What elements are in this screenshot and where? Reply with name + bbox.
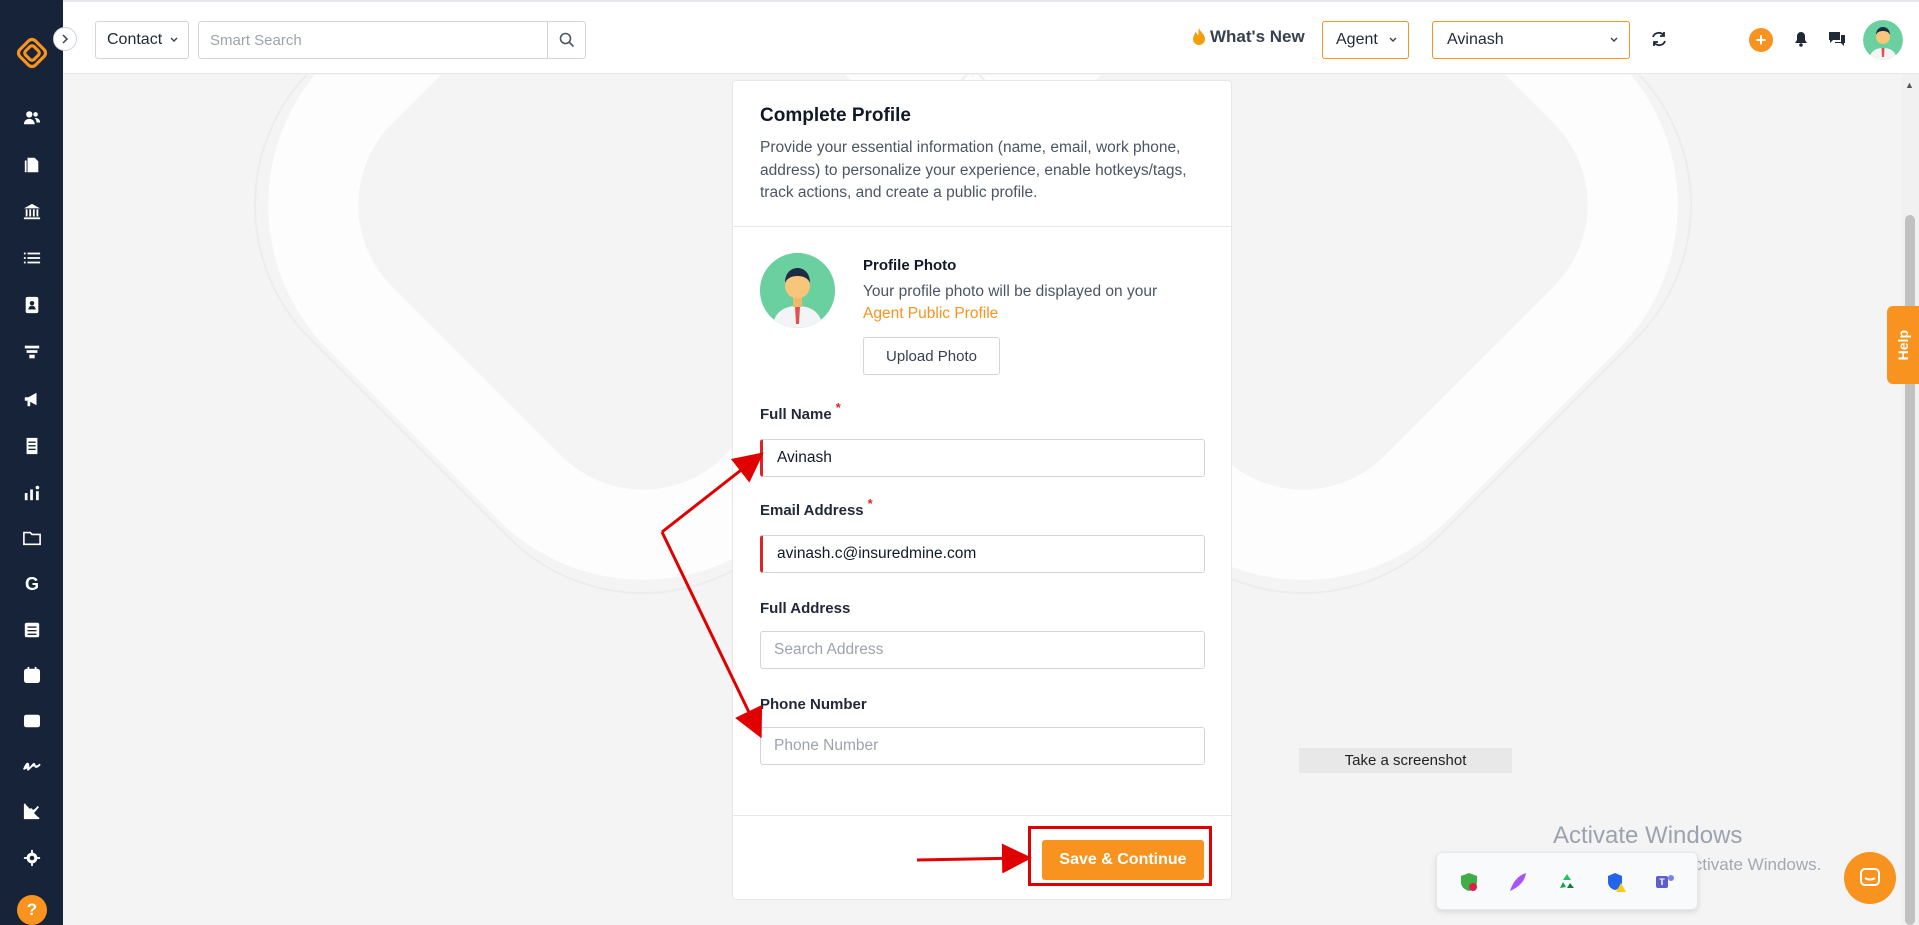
- scroll-up-arrow[interactable]: ▲: [1905, 80, 1914, 90]
- address-search-input[interactable]: Search Address: [760, 631, 1205, 669]
- report-icon[interactable]: [20, 434, 44, 458]
- analytics-icon[interactable]: [20, 481, 44, 505]
- feather-icon[interactable]: [1506, 870, 1530, 894]
- profile-photo-text: Your profile photo will be displayed on …: [863, 283, 1158, 300]
- mail-icon[interactable]: [20, 709, 44, 733]
- user-avatar[interactable]: [1863, 20, 1903, 60]
- fire-icon: [1193, 28, 1205, 45]
- recycle-icon[interactable]: [1555, 870, 1579, 894]
- user-select-label: Avinash: [1447, 31, 1504, 48]
- chevron-down-icon: [170, 37, 178, 42]
- whats-new-link[interactable]: What's New: [1190, 27, 1305, 47]
- chart-icon[interactable]: [20, 799, 44, 823]
- phone-number-input[interactable]: Phone Number: [760, 727, 1205, 765]
- system-tray-popup: T: [1436, 852, 1698, 910]
- full-name-value: Avinash: [777, 449, 832, 466]
- help-icon[interactable]: ?: [17, 895, 47, 925]
- chat-icon[interactable]: [1826, 28, 1848, 50]
- phone-placeholder: Phone Number: [774, 737, 879, 754]
- address-placeholder: Search Address: [774, 641, 884, 658]
- profile-avatar: [760, 253, 835, 328]
- address-book-icon[interactable]: [20, 293, 44, 317]
- list-icon[interactable]: [20, 246, 44, 270]
- app-logo[interactable]: [15, 36, 49, 70]
- chat-bubble-icon: [1860, 868, 1880, 886]
- bank-icon[interactable]: [20, 200, 44, 224]
- security-shield-icon[interactable]: [1457, 870, 1481, 894]
- email-input[interactable]: avinash.c@insuredmine.com: [760, 535, 1205, 573]
- defender-warning-icon[interactable]: [1604, 870, 1628, 894]
- folder-icon[interactable]: [20, 526, 44, 550]
- agent-select[interactable]: Agent: [1322, 21, 1409, 59]
- profile-photo-description: Your profile photo will be displayed on …: [863, 281, 1203, 325]
- sidebar: G ?: [0, 0, 63, 925]
- full-name-label: Full Name *: [760, 400, 841, 423]
- contact-select[interactable]: Contact: [95, 21, 189, 59]
- top-bar: Contact Smart Search What's New Agent Av…: [63, 0, 1919, 74]
- chevron-down-icon: [1610, 37, 1618, 42]
- refresh-icon[interactable]: [1648, 28, 1670, 50]
- funnel-icon[interactable]: [20, 340, 44, 364]
- chevron-down-icon: [1389, 37, 1397, 42]
- complete-profile-card: Complete Profile Provide your essential …: [732, 80, 1232, 900]
- screenshot-tooltip: Take a screenshot: [1299, 748, 1512, 773]
- phone-label: Phone Number: [760, 696, 867, 713]
- full-name-input[interactable]: Avinash: [760, 439, 1205, 477]
- help-tab-label: Help: [1895, 329, 1911, 361]
- page-scrollbar[interactable]: [1901, 75, 1919, 925]
- bell-icon[interactable]: [1790, 28, 1812, 50]
- email-label-text: Email Address: [760, 502, 864, 519]
- upload-photo-button[interactable]: Upload Photo: [863, 337, 1000, 375]
- live-chat-button[interactable]: [1844, 852, 1896, 904]
- contacts-icon[interactable]: [20, 106, 44, 130]
- required-marker: *: [867, 496, 873, 511]
- full-name-label-text: Full Name: [760, 406, 832, 423]
- sidebar-collapse-button[interactable]: [53, 27, 77, 51]
- email-value: avinash.c@insuredmine.com: [777, 545, 977, 562]
- search-placeholder: Smart Search: [210, 31, 302, 49]
- teams-icon[interactable]: T: [1653, 870, 1677, 894]
- card-header: Complete Profile Provide your essential …: [733, 81, 1231, 227]
- help-tab[interactable]: Help: [1887, 306, 1919, 384]
- calendar-icon[interactable]: [20, 663, 44, 687]
- user-select[interactable]: Avinash: [1432, 21, 1630, 59]
- settings-icon[interactable]: [20, 846, 44, 870]
- profile-photo-title: Profile Photo: [863, 257, 957, 274]
- google-icon[interactable]: G: [20, 572, 44, 596]
- search-button[interactable]: [547, 21, 586, 59]
- contact-select-label: Contact: [107, 31, 163, 48]
- card-description: Provide your essential information (name…: [760, 139, 1187, 201]
- agent-select-label: Agent: [1336, 31, 1378, 48]
- documents-icon[interactable]: [20, 153, 44, 177]
- add-icon[interactable]: +: [1749, 28, 1773, 52]
- megaphone-icon[interactable]: [20, 387, 44, 411]
- address-label: Full Address: [760, 600, 851, 617]
- activate-windows-title: Activate Windows: [1553, 822, 1743, 849]
- email-label: Email Address *: [760, 496, 873, 519]
- signature-icon[interactable]: [20, 754, 44, 778]
- annotation-highlight-box: [1028, 826, 1212, 886]
- spreadsheet-icon[interactable]: [20, 618, 44, 642]
- svg-text:T: T: [1659, 877, 1665, 887]
- search-icon: [559, 32, 574, 48]
- card-title: Complete Profile: [760, 105, 911, 126]
- whats-new-label: What's New: [1210, 27, 1305, 46]
- required-marker: *: [835, 400, 841, 415]
- agent-public-profile-link[interactable]: Agent Public Profile: [863, 305, 998, 322]
- smart-search-input[interactable]: Smart Search: [198, 21, 548, 59]
